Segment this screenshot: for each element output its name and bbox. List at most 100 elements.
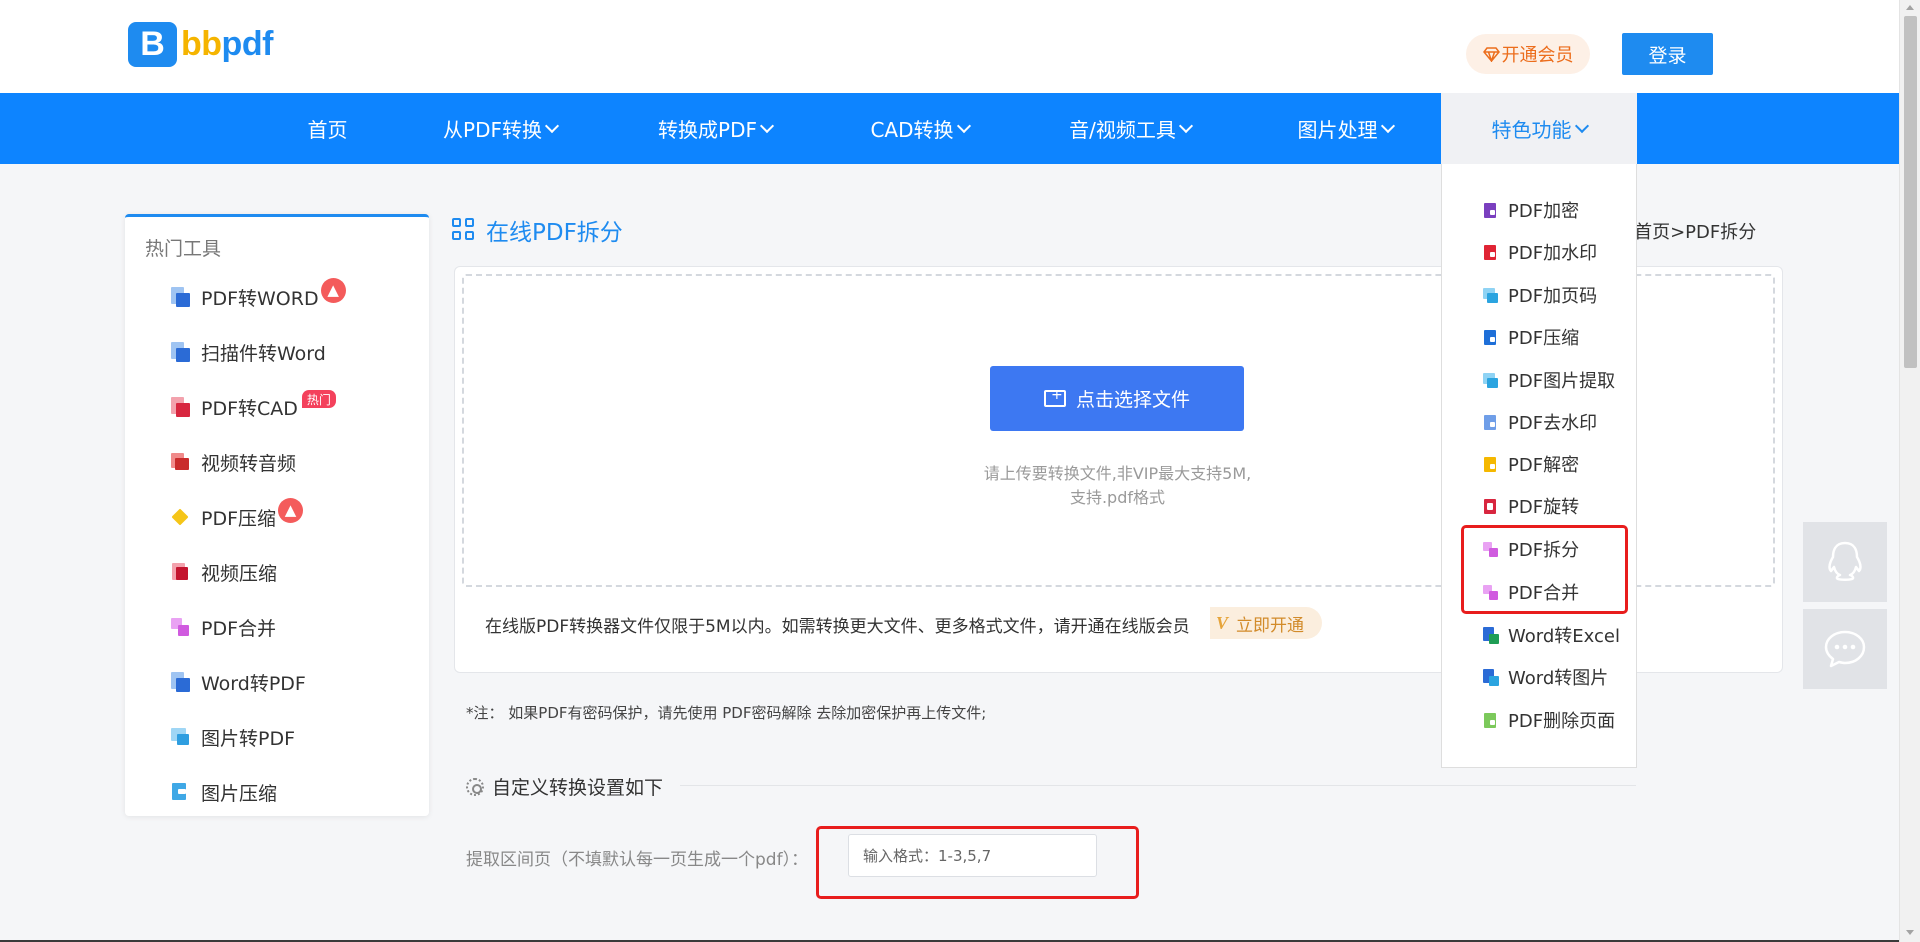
sidebar-item-pdf-merge[interactable]: PDF合并	[169, 612, 276, 642]
page-title-text: 在线PDF拆分	[486, 220, 623, 246]
video-icon	[169, 451, 191, 473]
sidebar-item-label: 扫描件转Word	[201, 342, 326, 365]
word-excel-icon	[1482, 626, 1499, 644]
sidebar-item-pdf-to-cad[interactable]: PDF转CAD 热门	[169, 390, 336, 422]
sidebar-item-label: 视频转音频	[201, 452, 297, 475]
grid-icon	[452, 218, 476, 242]
nav-home[interactable]: 首页	[280, 93, 375, 164]
word-icon	[169, 341, 191, 363]
decrypt-icon	[1482, 456, 1498, 473]
menu-item-label: PDF图片提取	[1508, 371, 1616, 392]
scroll-down-icon[interactable]	[1906, 930, 1914, 935]
watermark-icon	[1482, 244, 1498, 261]
settings-title: 自定义转换设置如下	[466, 773, 663, 800]
word-icon	[169, 671, 191, 693]
word-image-icon	[1482, 668, 1499, 686]
logo-mark: B	[128, 22, 177, 67]
menu-item-pdf-rotate[interactable]: PDF旋转	[1482, 492, 1579, 520]
vip-icon: V	[1216, 612, 1229, 633]
menu-item-label: PDF加页码	[1508, 286, 1598, 307]
menu-item-pdf-encrypt[interactable]: PDF加密	[1482, 196, 1579, 224]
menu-item-label: PDF去水印	[1508, 413, 1598, 434]
menu-item-label: Word转Excel	[1508, 626, 1620, 647]
menu-item-pdf-decrypt[interactable]: PDF解密	[1482, 450, 1579, 478]
menu-item-pdf-split[interactable]: PDF拆分	[1482, 535, 1579, 563]
folder-icon	[1043, 387, 1066, 407]
sidebar-item-label: 图片转PDF	[201, 727, 296, 750]
sidebar-item-pdf-compress[interactable]: PDF压缩 ▲	[169, 497, 304, 532]
word-icon	[169, 286, 191, 308]
login-button[interactable]: 登录	[1622, 33, 1713, 75]
menu-item-pdf-delete-pages[interactable]: PDF删除页面	[1482, 706, 1615, 734]
menu-item-word-to-excel[interactable]: Word转Excel	[1482, 621, 1620, 649]
nav-from-pdf[interactable]: 从PDF转换	[425, 93, 575, 164]
nav-label: 特色功能	[1491, 118, 1572, 142]
menu-item-pdf-merge[interactable]: PDF合并	[1482, 578, 1579, 606]
scroll-up-icon[interactable]	[1906, 5, 1914, 10]
upload-hint-line1: 请上传要转换文件,非VIP最大支持5M,	[983, 464, 1252, 483]
chevron-down-icon	[1574, 118, 1589, 133]
menu-item-label: PDF删除页面	[1508, 711, 1616, 732]
nav-audio-video[interactable]: 音/视频工具	[1050, 93, 1210, 164]
nav-label: CAD转换	[870, 118, 954, 142]
open-vip-label: 开通会员	[1501, 45, 1574, 66]
sidebar-item-video-compress[interactable]: 视频压缩	[169, 557, 277, 587]
menu-item-pdf-remove-watermark[interactable]: PDF去水印	[1482, 408, 1597, 436]
sidebar-item-pdf-to-word[interactable]: PDF转WORD ▲	[169, 277, 346, 312]
menu-item-label: PDF合并	[1508, 583, 1580, 604]
divider	[680, 785, 1636, 786]
sidebar-item-label: Word转PDF	[201, 672, 306, 695]
scroll-thumb[interactable]	[1904, 16, 1917, 368]
open-now-button[interactable]: V 立即开通	[1210, 607, 1323, 639]
chevron-down-icon	[759, 118, 775, 133]
hot-tools-sidebar: 热门工具 PDF转WORD ▲ 扫描件转Word PDF转CAD 热门 视频转音…	[125, 214, 429, 816]
page-range-input[interactable]	[848, 834, 1097, 877]
sidebar-item-video-to-audio[interactable]: 视频转音频	[169, 447, 296, 477]
open-vip-button[interactable]: 开通会员	[1466, 34, 1590, 74]
delete-pages-icon	[1482, 712, 1498, 729]
nav-label: 首页	[307, 118, 348, 142]
compress-icon	[169, 506, 191, 528]
chat-icon	[1824, 630, 1866, 668]
fire-icon: ▲	[320, 277, 346, 303]
image-compress-icon	[169, 781, 191, 803]
nav-label: 音/视频工具	[1069, 118, 1176, 142]
menu-item-pdf-page-number[interactable]: PDF加页码	[1482, 281, 1597, 309]
choose-file-label: 点击选择文件	[1075, 389, 1190, 411]
diamond-icon	[1482, 46, 1500, 62]
merge-icon	[1482, 584, 1498, 601]
menu-item-label: PDF加水印	[1508, 243, 1598, 264]
featured-dropdown-menu: PDF加密 PDF加水印 PDF加页码 PDF压缩 PDF图片提取 PDF去水印…	[1441, 164, 1637, 768]
qq-float-button[interactable]	[1803, 522, 1887, 602]
sidebar-title: 热门工具	[145, 238, 222, 260]
sidebar-item-scan-to-word[interactable]: 扫描件转Word	[169, 337, 326, 367]
page-scrollbar[interactable]	[1899, 0, 1920, 942]
hot-badge: 热门	[301, 390, 336, 408]
menu-item-pdf-compress[interactable]: PDF压缩	[1482, 323, 1579, 351]
sidebar-item-label: PDF转CAD	[201, 397, 298, 420]
logo[interactable]: B bbpdf	[128, 22, 273, 67]
choose-file-button[interactable]: 点击选择文件	[990, 366, 1244, 431]
sidebar-item-word-to-pdf[interactable]: Word转PDF	[169, 667, 306, 697]
nav-label: 从PDF转换	[443, 118, 542, 142]
sidebar-item-label: 视频压缩	[201, 562, 278, 585]
nav-cad[interactable]: CAD转换	[852, 93, 987, 164]
nav-label: 图片处理	[1297, 118, 1378, 142]
menu-item-label: PDF拆分	[1508, 540, 1580, 561]
sidebar-item-image-to-pdf[interactable]: 图片转PDF	[169, 722, 295, 752]
chevron-down-icon	[956, 118, 971, 133]
split-icon	[1482, 541, 1498, 558]
upload-hint-line2: 支持.pdf格式	[1069, 488, 1166, 507]
nav-image[interactable]: 图片处理	[1275, 93, 1415, 164]
menu-item-label: PDF加密	[1508, 201, 1580, 222]
page-number-icon	[1482, 287, 1498, 304]
nav-featured[interactable]: 特色功能	[1441, 93, 1637, 164]
sidebar-item-label: PDF转WORD	[201, 287, 319, 310]
menu-item-pdf-image-extract[interactable]: PDF图片提取	[1482, 366, 1615, 394]
menu-item-pdf-watermark[interactable]: PDF加水印	[1482, 238, 1597, 266]
menu-item-word-to-image[interactable]: Word转图片	[1482, 663, 1608, 691]
main-nav: 首页 从PDF转换 转换成PDF CAD转换 音/视频工具 图片处理 特色功能	[0, 93, 1899, 164]
nav-to-pdf[interactable]: 转换成PDF	[640, 93, 790, 164]
chat-float-button[interactable]	[1803, 609, 1887, 689]
sidebar-item-image-compress[interactable]: 图片压缩	[169, 777, 277, 807]
